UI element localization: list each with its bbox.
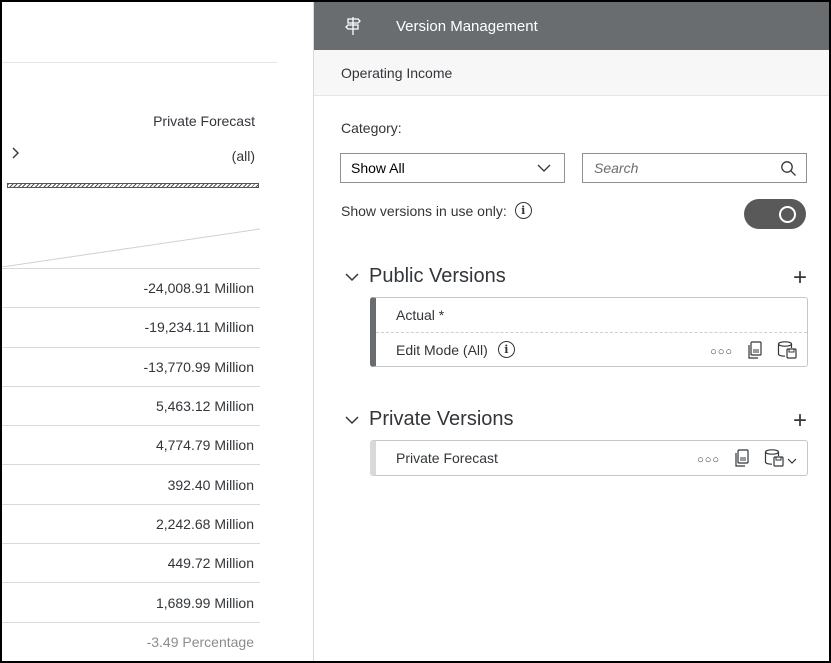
version-management-panel: Version Management Operating Income Cate… [313,2,829,661]
add-private-version-button[interactable]: + [793,409,807,433]
search-placeholder: Search [594,160,639,176]
copy-icon[interactable] [734,449,750,470]
table-row[interactable]: 1,689.99 Million [2,582,260,621]
screen: Private Forecast (all) -24,008.91 Millio… [0,0,831,663]
diagonal-divider [2,228,260,267]
public-versions-header[interactable]: Public Versions [345,265,506,288]
version-name: Private Forecast [396,450,498,466]
panel-title: Version Management [396,17,538,35]
list-item[interactable]: Edit Mode (All) i ○○○ [376,332,807,366]
category-label: Category: [341,120,402,136]
private-versions-list: Private Forecast ○○○ [370,440,808,476]
chevron-down-icon [345,272,359,282]
category-select-value: Show All [351,160,405,176]
chevron-down-icon [787,452,797,468]
signpost-icon [342,15,364,37]
row-actions: ○○○ [710,341,797,362]
table-row[interactable]: 392.40 Million [2,464,260,503]
save-data-menu[interactable] [764,449,797,470]
divider [2,62,277,63]
version-name: Edit Mode (All) [396,341,488,358]
public-versions-list: Actual * Edit Mode (All) i ○○○ [370,297,808,367]
version-name: Actual * [396,307,445,323]
table-rows: -24,008.91 Million -19,234.11 Million -1… [2,268,260,661]
more-icon[interactable]: ○○○ [710,346,733,358]
table-row[interactable]: -13,770.99 Million [2,346,260,386]
table-row[interactable]: 2,242.68 Million [2,503,260,543]
table-row[interactable]: -19,234.11 Million [2,307,260,346]
column-header[interactable]: Private Forecast [153,113,255,129]
save-data-icon[interactable] [777,341,797,362]
info-icon[interactable]: i [497,341,515,358]
copy-icon[interactable] [747,341,763,362]
hatched-bar [7,183,259,188]
public-versions-title: Public Versions [369,265,506,287]
search-icon[interactable] [780,160,797,180]
category-select[interactable]: Show All [340,153,565,183]
data-table: Private Forecast (all) -24,008.91 Millio… [2,2,313,661]
search-input[interactable]: Search [582,153,807,183]
table-row[interactable]: 449.72 Million [2,543,260,582]
panel-header: Version Management [314,2,829,50]
more-icon[interactable]: ○○○ [697,454,720,466]
model-name: Operating Income [314,50,829,96]
save-data-icon [764,449,784,470]
table-row[interactable]: -3.49 Percentage [2,621,260,661]
chevron-right-icon[interactable] [11,146,21,163]
filter-value[interactable]: (all) [232,148,255,164]
row-actions: ○○○ [697,449,797,470]
table-row[interactable]: 5,463.12 Million [2,385,260,425]
private-versions-title: Private Versions [369,408,514,430]
show-in-use-toggle[interactable] [744,199,806,229]
list-item[interactable]: Actual * [376,298,807,332]
table-row[interactable]: -24,008.91 Million [2,268,260,307]
table-row[interactable]: 4,774.79 Million [2,425,260,464]
private-versions-header[interactable]: Private Versions [345,408,514,431]
chevron-down-icon [345,415,359,425]
list-item[interactable]: Private Forecast ○○○ [376,441,807,475]
chevron-down-icon [536,160,552,179]
toggle-knob [779,206,796,223]
show-in-use-row: Show versions in use only: i [341,202,532,219]
add-public-version-button[interactable]: + [793,266,807,290]
show-in-use-label: Show versions in use only: [341,202,507,219]
info-icon[interactable]: i [514,202,532,219]
